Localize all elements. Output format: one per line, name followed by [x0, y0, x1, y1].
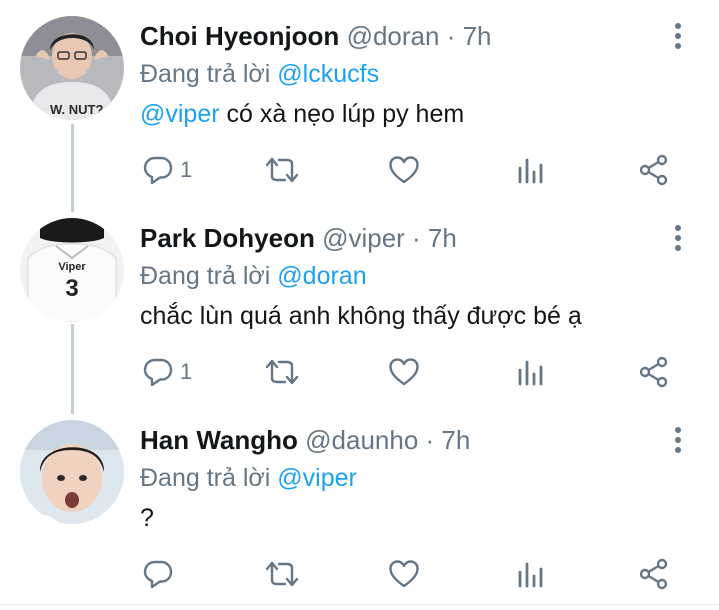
- reply-button[interactable]: [142, 554, 180, 594]
- retweet-button[interactable]: [264, 554, 300, 594]
- svg-text:W. NUT?: W. NUT?: [50, 102, 103, 117]
- replying-to: Đang trả lời @doran: [140, 260, 367, 292]
- display-name[interactable]: Choi Hyeonjoon: [140, 21, 339, 51]
- text-body: chắc lùn quá anh không thấy được bé ạ: [140, 302, 582, 330]
- share-icon: [638, 154, 670, 186]
- analytics-icon: [517, 154, 545, 186]
- share-button[interactable]: [638, 150, 670, 190]
- replying-to-label: Đang trả lời: [140, 262, 271, 290]
- avatar-jersey-name: Viper: [58, 261, 86, 273]
- reply-button[interactable]: 1: [142, 150, 192, 190]
- reply-to-mention[interactable]: @lckucfs: [277, 60, 379, 88]
- analytics-button[interactable]: [517, 352, 545, 392]
- retweet-icon: [264, 154, 300, 186]
- separator: ·: [418, 425, 442, 455]
- analytics-button[interactable]: [517, 554, 545, 594]
- tweet[interactable]: W. NUT? Choi Hyeonjoon @doran · 7h Đang …: [0, 0, 719, 200]
- retweet-icon: [264, 356, 300, 388]
- divider: [0, 604, 719, 605]
- text-body: có xà nẹo lúp py hem: [219, 100, 465, 128]
- reply-count: 1: [180, 157, 193, 182]
- reply-icon: [142, 558, 174, 590]
- like-icon: [388, 154, 420, 186]
- handle[interactable]: @daunho: [305, 425, 418, 455]
- share-icon: [638, 558, 670, 590]
- tweet-header: Han Wangho @daunho · 7h: [140, 424, 470, 456]
- tweet[interactable]: Viper 3 Park Dohyeon @viper · 7h Đang tr…: [0, 202, 719, 402]
- replying-to: Đang trả lời @lckucfs: [140, 58, 379, 90]
- tweet-text: @viper có xà nẹo lúp py hem: [140, 98, 464, 130]
- more-icon[interactable]: [664, 222, 692, 254]
- display-name[interactable]: Park Dohyeon: [140, 223, 315, 253]
- timestamp[interactable]: 7h: [441, 425, 470, 455]
- replying-to-label: Đang trả lời: [140, 60, 271, 88]
- replying-to-label: Đang trả lời: [140, 464, 271, 492]
- like-icon: [388, 558, 420, 590]
- analytics-icon: [517, 356, 545, 388]
- action-bar: [140, 554, 680, 594]
- separator: ·: [404, 223, 428, 253]
- separator: ·: [439, 21, 463, 51]
- text-mention[interactable]: @viper: [140, 100, 220, 128]
- handle[interactable]: @doran: [347, 21, 440, 51]
- tweet-text: chắc lùn quá anh không thấy được bé ạ: [140, 300, 582, 332]
- retweet-icon: [264, 558, 300, 590]
- reply-icon: [142, 356, 174, 388]
- reply-count: 1: [180, 359, 193, 384]
- analytics-icon: [517, 558, 545, 590]
- share-button[interactable]: [638, 554, 670, 594]
- handle[interactable]: @viper: [322, 223, 405, 253]
- tweet-text: ?: [140, 502, 154, 534]
- text-body: ?: [140, 504, 154, 532]
- avatar[interactable]: W. NUT?: [20, 16, 124, 120]
- share-button[interactable]: [638, 352, 670, 392]
- tweet[interactable]: Han Wangho @daunho · 7h Đang trả lời @vi…: [0, 404, 719, 604]
- analytics-button[interactable]: [517, 150, 545, 190]
- timestamp[interactable]: 7h: [463, 21, 492, 51]
- like-button[interactable]: [388, 554, 420, 594]
- avatar[interactable]: [20, 420, 124, 524]
- action-bar: 1: [140, 150, 680, 190]
- like-button[interactable]: [388, 150, 420, 190]
- replying-to: Đang trả lời @viper: [140, 462, 357, 494]
- avatar-jersey-number: 3: [65, 275, 78, 302]
- action-bar: 1: [140, 352, 680, 392]
- reply-to-mention[interactable]: @doran: [277, 262, 366, 290]
- display-name[interactable]: Han Wangho: [140, 425, 298, 455]
- reply-button[interactable]: 1: [142, 352, 192, 392]
- more-icon[interactable]: [664, 424, 692, 456]
- like-icon: [388, 356, 420, 388]
- like-button[interactable]: [388, 352, 420, 392]
- avatar[interactable]: Viper 3: [20, 218, 124, 322]
- timestamp[interactable]: 7h: [428, 223, 457, 253]
- retweet-button[interactable]: [264, 352, 300, 392]
- retweet-button[interactable]: [264, 150, 300, 190]
- more-icon[interactable]: [664, 20, 692, 52]
- reply-icon: [142, 154, 174, 186]
- tweet-header: Park Dohyeon @viper · 7h: [140, 222, 457, 254]
- reply-to-mention[interactable]: @viper: [277, 464, 357, 492]
- tweet-header: Choi Hyeonjoon @doran · 7h: [140, 20, 492, 52]
- share-icon: [638, 356, 670, 388]
